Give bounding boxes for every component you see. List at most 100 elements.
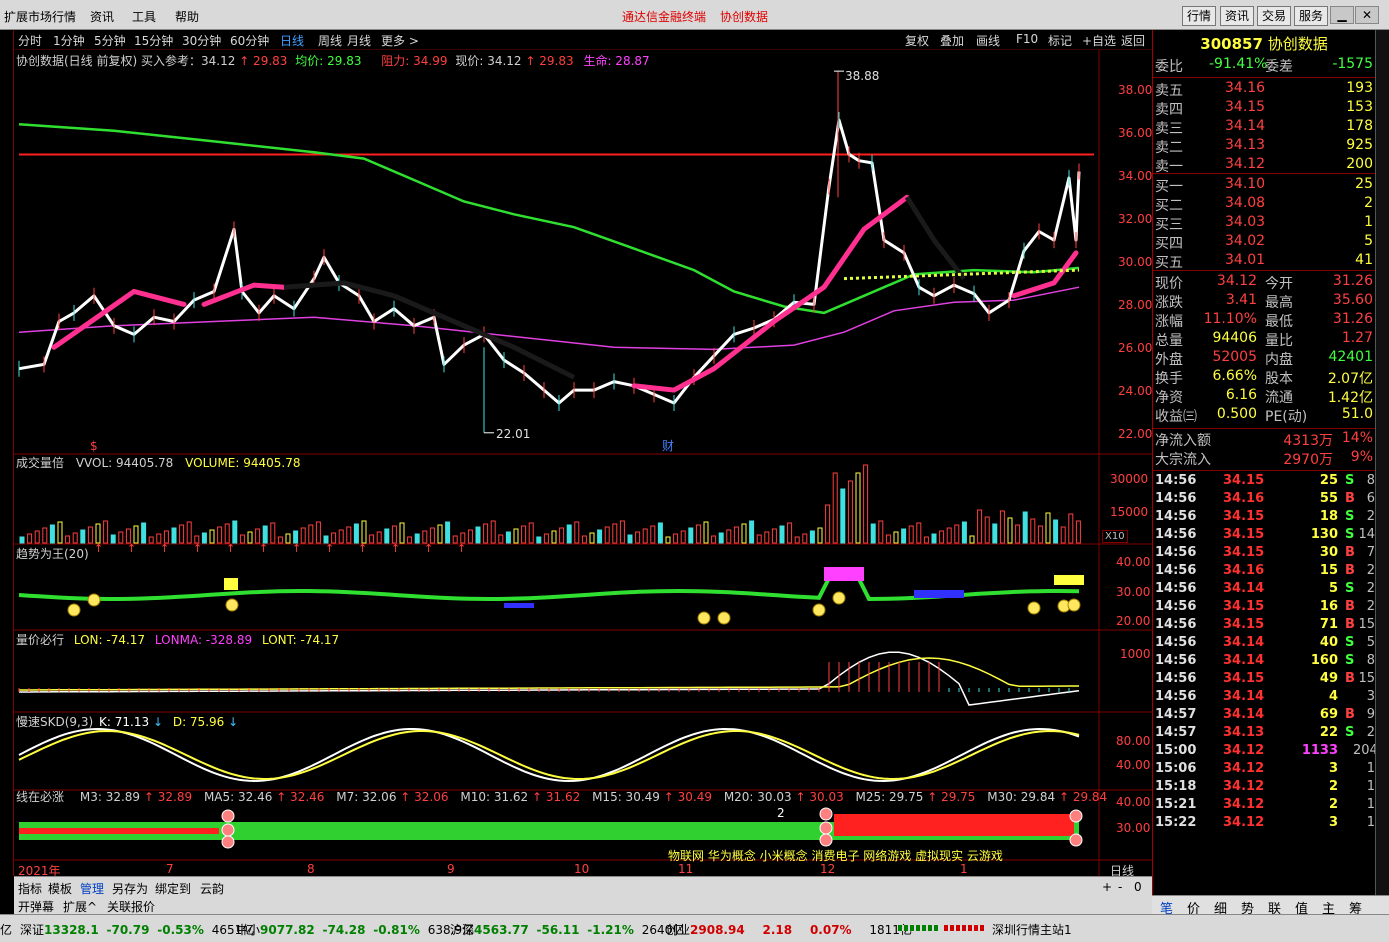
- station-name[interactable]: 深圳行情主站1: [992, 921, 1072, 938]
- sell-row[interactable]: 卖二 34.13 925: [1153, 137, 1375, 156]
- tick-row[interactable]: 14:56 34.15 71 B 15: [1153, 617, 1375, 635]
- buy-row[interactable]: 买三 34.03 1: [1153, 214, 1375, 233]
- buy-row[interactable]: 买四 34.02 5: [1153, 233, 1375, 252]
- top-quote-button[interactable]: 行情: [1182, 6, 1217, 26]
- tab-danmu[interactable]: 开弹幕: [18, 898, 54, 915]
- tab-cloud[interactable]: 云韵: [200, 880, 224, 897]
- tick-row[interactable]: 15:22 34.12 3 1: [1153, 815, 1375, 833]
- tick-row[interactable]: 15:18 34.12 2 1: [1153, 779, 1375, 797]
- announcement-terminal[interactable]: 通达信金融终端: [622, 8, 706, 25]
- tick-row[interactable]: 14:56 34.16 55 B 6: [1153, 491, 1375, 509]
- axis-34: 34.00: [1118, 169, 1153, 183]
- tool-f10[interactable]: F10: [1016, 32, 1038, 46]
- buy-row[interactable]: 买五 34.01 41: [1153, 252, 1375, 271]
- tick-row[interactable]: 14:56 34.14 160 S 8: [1153, 653, 1375, 671]
- concept-tags[interactable]: 物联网 华为概念 小米概念 消费电子 网络游戏 虚拟现实 云游戏: [668, 847, 1003, 864]
- tab-save-as[interactable]: 另存为: [112, 880, 148, 897]
- tab-template[interactable]: 模板: [48, 880, 72, 897]
- market-breadth-icon[interactable]: [898, 921, 986, 935]
- status-hushen[interactable]: 沪深4563.77 -56.11 -1.21% 2640亿: [450, 921, 684, 938]
- tool-mark[interactable]: 标记: [1048, 32, 1072, 49]
- tick-row[interactable]: 14:56 34.14 40 S 5: [1153, 635, 1375, 653]
- buy-row[interactable]: 买一 34.10 25: [1153, 176, 1375, 195]
- period-30min[interactable]: 30分钟: [182, 32, 221, 49]
- stock-code: 300857: [1200, 35, 1263, 53]
- tick-row[interactable]: 14:56 34.15 25 S 8: [1153, 473, 1375, 491]
- volume-bar: [445, 521, 451, 544]
- dollar-marker[interactable]: $: [90, 439, 98, 453]
- tick-row[interactable]: 14:56 34.15 18 S 2: [1153, 509, 1375, 527]
- tick-row[interactable]: 14:57 34.14 69 B 9: [1153, 707, 1375, 725]
- legend-resist: 阻力: 34.99: [381, 54, 448, 68]
- tick-row[interactable]: 14:56 34.15 49 B 15: [1153, 671, 1375, 689]
- zoom-out-button[interactable]: -: [1118, 880, 1122, 894]
- chart-area[interactable]: ↑ ↑ ↑ ↑ ↑ ↑ ↑ ↑ ↑ ↑ ↑ ↑ 协创数据(日线 前复权) 买入参考：34.12 ↑ 2…: [14, 50, 1153, 878]
- sell-row[interactable]: 卖三 34.14 178: [1153, 118, 1375, 137]
- tick-price: 34.15: [1223, 473, 1265, 488]
- date-11: 11: [678, 862, 694, 876]
- zoom-reset-button[interactable]: 0: [1134, 880, 1142, 894]
- tool-draw[interactable]: 画线: [976, 32, 1000, 49]
- top-trade-button[interactable]: 交易: [1257, 6, 1292, 26]
- ma-m30: M30: 29.84: [987, 790, 1056, 804]
- volume-bar: [756, 534, 762, 544]
- tick-row[interactable]: 15:21 34.12 2 1: [1153, 797, 1375, 815]
- tool-overlay[interactable]: 叠加: [940, 32, 964, 49]
- quote-scrollbar[interactable]: [1375, 30, 1389, 895]
- menu-help[interactable]: 帮助: [175, 8, 199, 25]
- top-service-button[interactable]: 服务: [1294, 6, 1329, 26]
- sell-row[interactable]: 卖五 34.16 193: [1153, 80, 1375, 99]
- zoom-in-button[interactable]: +: [1102, 880, 1112, 894]
- tick-row[interactable]: 15:06 34.12 3 1: [1153, 761, 1375, 779]
- tick-row[interactable]: 15:00 34.12 1133 204: [1153, 743, 1378, 761]
- tick-row[interactable]: 14:56 34.15 16 B 2: [1153, 599, 1375, 617]
- buy-row[interactable]: 买二 34.08 2: [1153, 195, 1375, 214]
- period-monthly[interactable]: 月线: [347, 32, 371, 49]
- tick-row[interactable]: 14:56 34.15 130 S 14: [1153, 527, 1375, 545]
- trend-block: [824, 567, 864, 581]
- tick-row[interactable]: 14:56 34.16 15 B 2: [1153, 563, 1375, 581]
- tool-fuquan[interactable]: 复权: [905, 32, 929, 49]
- tab-manage[interactable]: 管理: [80, 880, 104, 897]
- menu-news[interactable]: 资讯: [90, 8, 114, 25]
- tick-row[interactable]: 14:57 34.13 22 S 2: [1153, 725, 1375, 743]
- stat-label-a: 涨跌: [1155, 295, 1183, 311]
- volume-bar: [513, 528, 519, 544]
- status-zhongxiao[interactable]: 中小9077.82 -74.28 -0.81% 638.9亿: [236, 921, 474, 938]
- period-daily[interactable]: 日线: [280, 32, 304, 49]
- top-news-button[interactable]: 资讯: [1220, 6, 1255, 26]
- tab-related-quote[interactable]: 关联报价: [107, 898, 155, 915]
- sell-row-volume: 178: [1346, 118, 1373, 134]
- tool-back[interactable]: 返回: [1121, 32, 1145, 49]
- tool-add-watch[interactable]: +自选: [1082, 32, 1116, 49]
- minimize-icon[interactable]: ▁: [1330, 6, 1354, 24]
- period-60min[interactable]: 60分钟: [230, 32, 269, 49]
- tab-extend[interactable]: 扩展^: [63, 898, 97, 915]
- tick-row[interactable]: 14:56 34.14 4 3: [1153, 689, 1375, 707]
- announcement-stock[interactable]: 协创数据: [720, 8, 768, 25]
- period-weekly[interactable]: 周线: [318, 32, 342, 49]
- period-more[interactable]: 更多 >: [381, 32, 419, 49]
- tab-indicator[interactable]: 指标: [18, 880, 42, 897]
- sell-row[interactable]: 卖四 34.15 153: [1153, 99, 1375, 118]
- period-5min[interactable]: 5分钟: [94, 32, 126, 49]
- tab-bind[interactable]: 绑定到: [155, 880, 191, 897]
- tick-list[interactable]: 14:56 34.15 25 S 8 14:56 34.16 55 B 6 14:5…: [1153, 470, 1378, 833]
- volume-bar: [840, 488, 846, 544]
- period-timeshare[interactable]: 分时: [18, 32, 42, 49]
- menu-tools[interactable]: 工具: [132, 8, 156, 25]
- status-chuangye[interactable]: 创业2908.94 2.18 0.07% 1811亿: [666, 921, 912, 938]
- axis-32: 32.00: [1118, 212, 1153, 226]
- menu-extend-market[interactable]: 扩展市场行情: [4, 8, 76, 25]
- smiley-icon: [697, 611, 711, 625]
- volume-bar: [741, 523, 747, 544]
- close-icon[interactable]: ✕: [1355, 6, 1379, 24]
- tick-row[interactable]: 14:56 34.15 30 B 7: [1153, 545, 1375, 563]
- finance-marker[interactable]: 财: [662, 437, 674, 454]
- tick-price: 34.12: [1223, 779, 1265, 794]
- volume-bar: [414, 533, 420, 544]
- tick-row[interactable]: 14:56 34.14 5 S 2: [1153, 581, 1375, 599]
- period-1min[interactable]: 1分钟: [53, 32, 85, 49]
- status-shenzhen[interactable]: 深证13328.1 -70.79 -0.53% 4651亿: [20, 921, 254, 938]
- period-15min[interactable]: 15分钟: [134, 32, 173, 49]
